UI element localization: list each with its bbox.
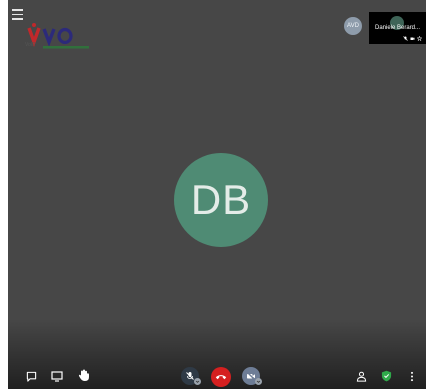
hang-up-icon — [215, 375, 227, 380]
raise-hand-icon — [78, 369, 89, 381]
more-options-icon — [410, 371, 414, 382]
conference-stage: VoIP AVD Daniele Berard... DB — [8, 0, 426, 389]
logo-subtitle: VoIP — [25, 42, 36, 48]
self-view-tile[interactable]: Daniele Berard... — [369, 12, 426, 44]
security-button[interactable] — [381, 370, 392, 382]
participants-button[interactable] — [356, 371, 367, 382]
screen-share-icon — [51, 371, 63, 382]
participant-avatar-small[interactable]: AVD — [344, 17, 362, 35]
camera-off-status-icon — [410, 37, 415, 40]
more-options-button[interactable] — [410, 371, 414, 382]
menu-icon[interactable] — [12, 9, 23, 20]
camera-options-chevron-icon[interactable] — [255, 378, 262, 385]
participants-icon — [356, 371, 367, 382]
security-shield-icon — [381, 370, 392, 382]
camera-button[interactable] — [242, 367, 262, 385]
self-status-icons — [403, 36, 422, 41]
chat-icon — [26, 371, 37, 382]
main-participant-avatar: DB — [174, 153, 268, 247]
raise-hand-button[interactable] — [78, 369, 90, 382]
mic-options-chevron-icon[interactable] — [194, 378, 201, 385]
microphone-button[interactable] — [181, 367, 201, 385]
screen-share-button[interactable] — [51, 371, 63, 382]
star-icon — [417, 36, 422, 41]
self-view-name: Daniele Berard... — [375, 25, 421, 31]
mic-muted-status-icon — [403, 36, 408, 41]
chat-button[interactable] — [26, 371, 37, 382]
hang-up-button[interactable] — [211, 367, 231, 387]
